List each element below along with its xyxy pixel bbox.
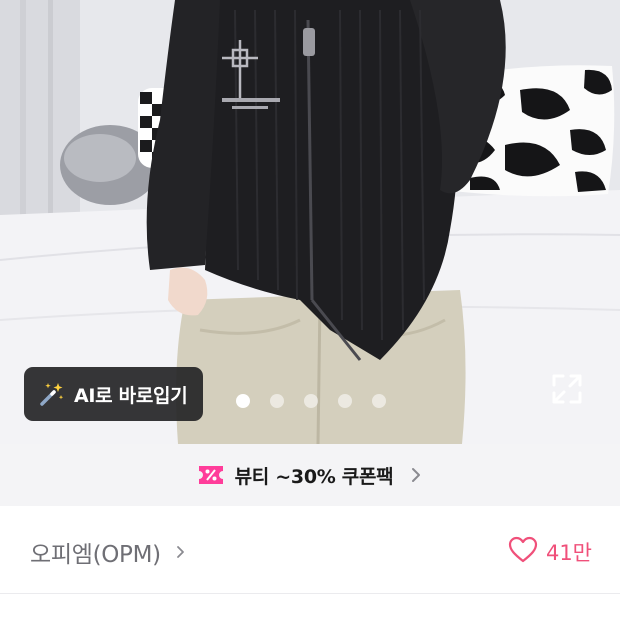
chevron-right-icon (175, 544, 187, 560)
promo-text: 뷰티 ~30% 쿠폰팩 (234, 465, 394, 488)
pager-dot-active[interactable] (236, 394, 250, 408)
like-count: 41만 (545, 541, 592, 565)
ai-fitting-button[interactable]: AI로 바로입기 (24, 367, 204, 421)
brand-row: 오피엠(OPM) 41만 (0, 506, 620, 594)
promo-banner[interactable]: 뷰티 ~30% 쿠폰팩 (0, 444, 620, 506)
heart-icon (508, 536, 538, 568)
product-image-carousel[interactable]: AI로 바로입기 (0, 0, 620, 444)
like-button[interactable]: 41만 (508, 532, 592, 572)
brand-link[interactable]: 오피엠(OPM) (30, 532, 187, 572)
image-pager[interactable] (236, 394, 386, 408)
brand-name: 오피엠(OPM) (30, 542, 161, 568)
fullscreen-expand-icon[interactable] (550, 372, 584, 406)
coupon-percent-icon (197, 464, 225, 486)
product-detail-page: AI로 바로입기 뷰티 ~30% 쿠폰팩 오피엠(OPM) 41만 (0, 0, 620, 620)
pager-dot[interactable] (372, 394, 386, 408)
pager-dot[interactable] (338, 394, 352, 408)
pager-dot[interactable] (304, 394, 318, 408)
chevron-right-icon (409, 466, 423, 484)
magic-wand-icon (36, 379, 66, 409)
pager-dot[interactable] (270, 394, 284, 408)
ai-fitting-label: AI로 바로입기 (74, 384, 188, 407)
